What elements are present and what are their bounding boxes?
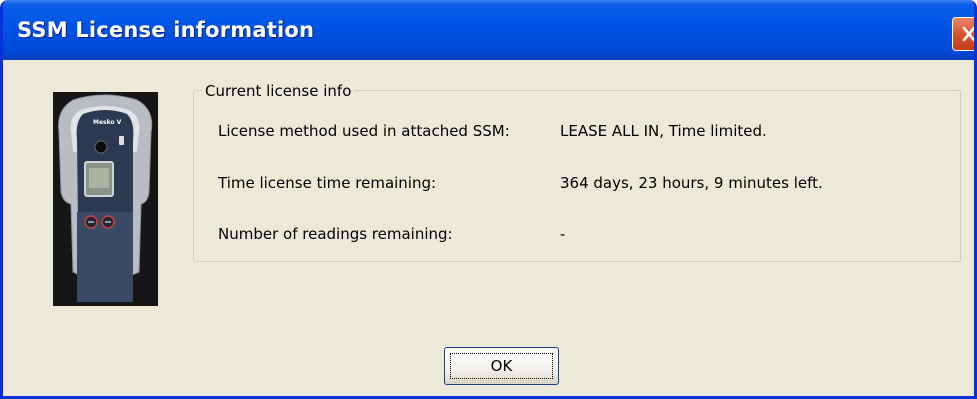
ok-button[interactable]: OK [444,347,559,385]
license-dialog: SSM License information Mesko V Current … [0,0,977,399]
close-icon [962,26,974,42]
readings-remaining-value: - [560,225,566,243]
title-bar[interactable]: SSM License information [3,0,974,60]
readings-remaining-label: Number of readings remaining: [218,225,453,243]
handheld-device-icon: Mesko V [53,92,158,306]
device-image: Mesko V [53,92,158,306]
group-legend: Current license info [202,82,355,100]
license-method-value: LEASE ALL IN, Time limited. [560,122,767,140]
ok-button-label: OK [490,357,513,375]
time-remaining-value: 364 days, 23 hours, 9 minutes left. [560,174,823,192]
device-brand: Mesko V [93,119,122,126]
window-title: SSM License information [17,18,315,42]
license-method-label: License method used in attached SSM: [218,122,510,140]
close-button[interactable] [952,17,974,51]
time-remaining-label: Time license time remaining: [218,174,437,192]
